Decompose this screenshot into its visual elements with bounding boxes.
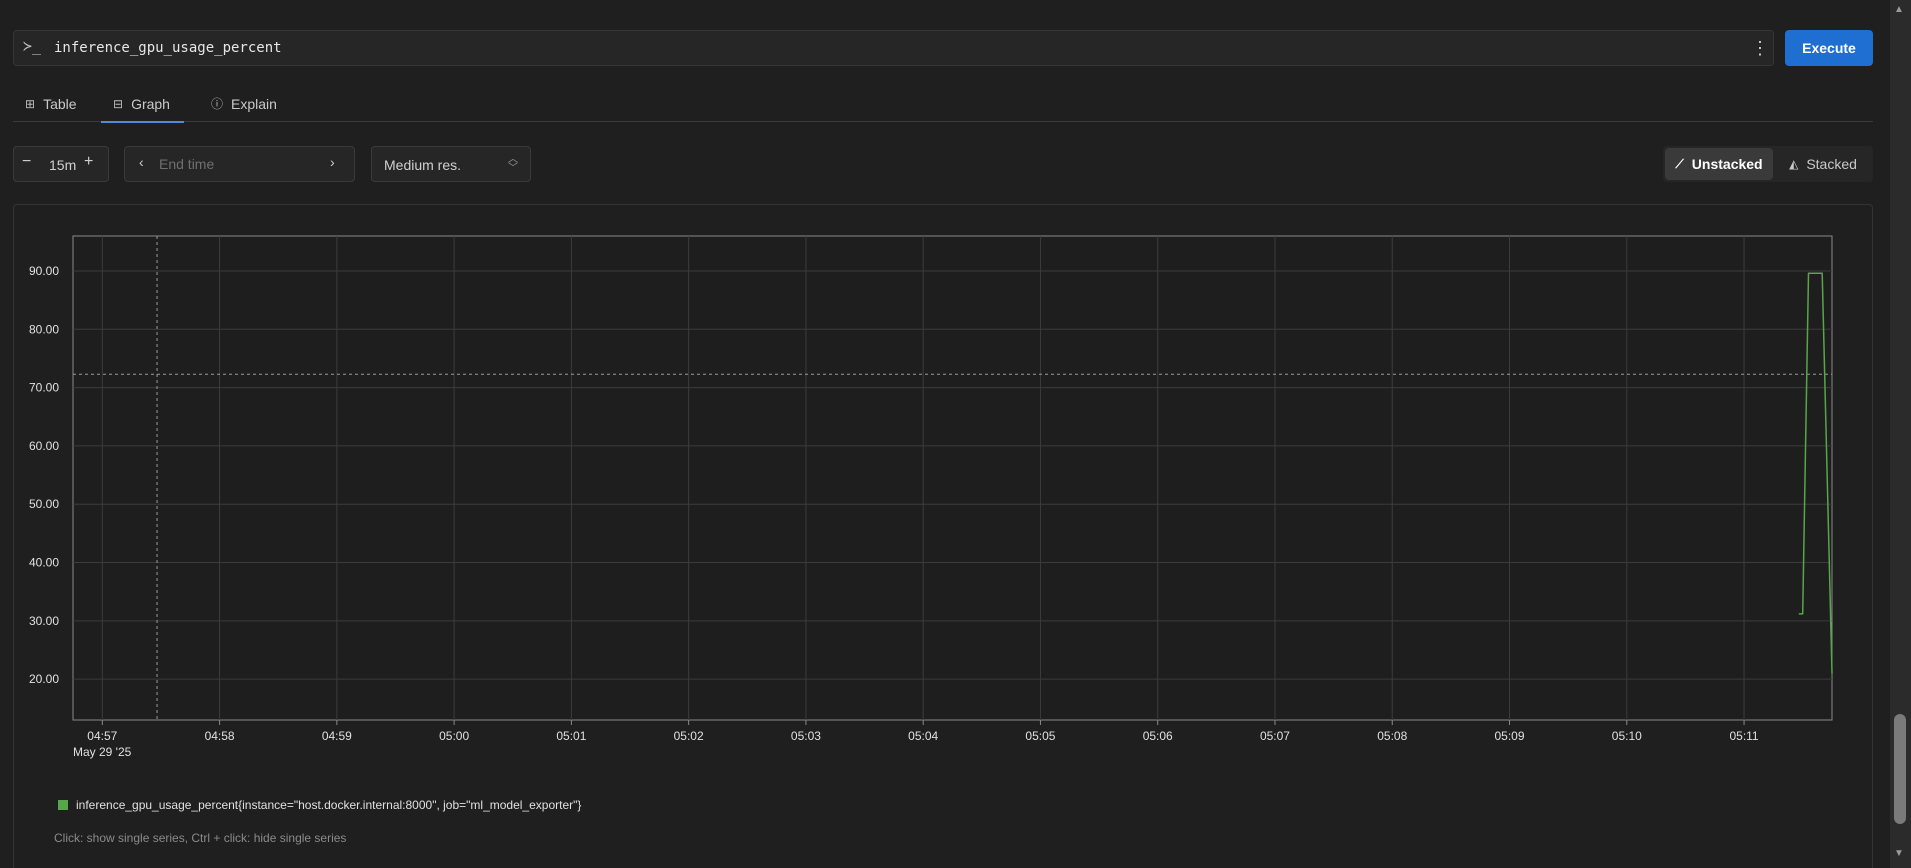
info-icon: ⓘ [211, 97, 224, 111]
chevron-up-down-icon: ︿ ﹀ [508, 154, 518, 174]
tab-explain-label: Explain [231, 95, 277, 112]
x-tick-label: 05:05 [1025, 729, 1055, 743]
chevron-right-icon[interactable]: › [330, 154, 335, 170]
execute-button[interactable]: Execute [1785, 30, 1873, 66]
graph-icon: ⊟ [113, 96, 124, 111]
legend-swatch [58, 800, 68, 810]
y-tick-label: 70.00 [29, 381, 59, 395]
x-tick-label: 05:04 [908, 729, 938, 743]
stacked-button[interactable]: ◭ Stacked [1775, 148, 1871, 180]
x-tick-label: 04:59 [322, 729, 352, 743]
query-expression-input[interactable]: inference_gpu_usage_percent [54, 40, 282, 56]
x-tick-label: 05:09 [1495, 729, 1525, 743]
resolution-value: Medium res. [384, 157, 462, 173]
x-tick-label: 05:06 [1143, 729, 1173, 743]
end-time-control: ‹ › [124, 146, 355, 182]
tab-graph[interactable]: ⊟ Graph [101, 86, 184, 123]
decrease-range-button[interactable]: − [22, 153, 31, 171]
chevron-left-icon[interactable]: ‹ [139, 154, 144, 170]
stack-toggle: ⟋ Unstacked ◭ Stacked [1663, 146, 1873, 182]
table-icon: ⊞ [25, 96, 36, 111]
tab-table[interactable]: ⊞ Table [25, 86, 77, 121]
legend-hint: Click: show single series, Ctrl + click:… [54, 831, 347, 845]
range-control: − 15m + [13, 146, 109, 182]
graph-panel: 90.00 80.00 70.00 60.00 50.00 40.00 30.00 20.00… [13, 204, 1873, 868]
view-tabs: ⊞ Table ⊟ Graph ⓘ Explain [13, 86, 1873, 123]
y-tick-label: 50.00 [29, 497, 59, 511]
y-tick-label: 20.00 [29, 672, 59, 686]
x-date-label: May 29 '25 [73, 745, 132, 759]
scroll-up-icon[interactable]: ▲ [1894, 4, 1904, 15]
scrollbar-thumb[interactable] [1894, 714, 1906, 824]
y-tick-label: 30.00 [29, 614, 59, 628]
x-tick-label: 05:10 [1612, 729, 1642, 743]
y-tick-label: 90.00 [29, 264, 59, 278]
scroll-down-icon[interactable]: ▼ [1894, 848, 1904, 859]
resolution-select[interactable]: Medium res. ︿ ﹀ [371, 146, 531, 182]
tab-table-label: Table [43, 95, 77, 112]
query-bar[interactable]: ≻_ inference_gpu_usage_percent ⋮ [13, 30, 1774, 66]
x-tick-label: 04:57 [87, 729, 117, 743]
end-time-input[interactable] [159, 156, 319, 172]
more-options-icon[interactable]: ⋮ [1751, 37, 1769, 59]
y-tick-label: 40.00 [29, 556, 59, 570]
legend-label: inference_gpu_usage_percent{instance="ho… [76, 798, 582, 812]
x-tick-label: 05:00 [439, 729, 469, 743]
unstacked-label: Unstacked [1691, 156, 1763, 172]
x-tick-label: 05:07 [1260, 729, 1290, 743]
increase-range-button[interactable]: + [84, 153, 93, 171]
line-chart-icon: ⟋ [1675, 156, 1684, 171]
legend-item[interactable]: inference_gpu_usage_percent{instance="ho… [58, 798, 581, 812]
x-tick-label: 05:02 [674, 729, 704, 743]
x-tick-label: 05:01 [556, 729, 586, 743]
tab-explain[interactable]: ⓘ Explain [211, 86, 277, 121]
x-tick-label: 05:03 [791, 729, 821, 743]
x-tick-label: 04:58 [205, 729, 235, 743]
range-value[interactable]: 15m [49, 157, 76, 173]
terminal-prompt-icon: ≻_ [23, 37, 42, 55]
area-chart-icon: ◭ [1789, 157, 1799, 171]
stacked-label: Stacked [1806, 156, 1857, 172]
scrollbar[interactable]: ▲ ▼ [1890, 0, 1911, 868]
x-tick-label: 05:11 [1729, 729, 1758, 743]
y-tick-label: 60.00 [29, 439, 59, 453]
y-tick-label: 80.00 [29, 322, 59, 336]
unstacked-button[interactable]: ⟋ Unstacked [1665, 148, 1773, 180]
line-chart[interactable]: 90.00 80.00 70.00 60.00 50.00 40.00 30.00 20.00… [14, 205, 1872, 785]
tab-graph-label: Graph [131, 95, 170, 112]
x-tick-label: 05:08 [1377, 729, 1407, 743]
